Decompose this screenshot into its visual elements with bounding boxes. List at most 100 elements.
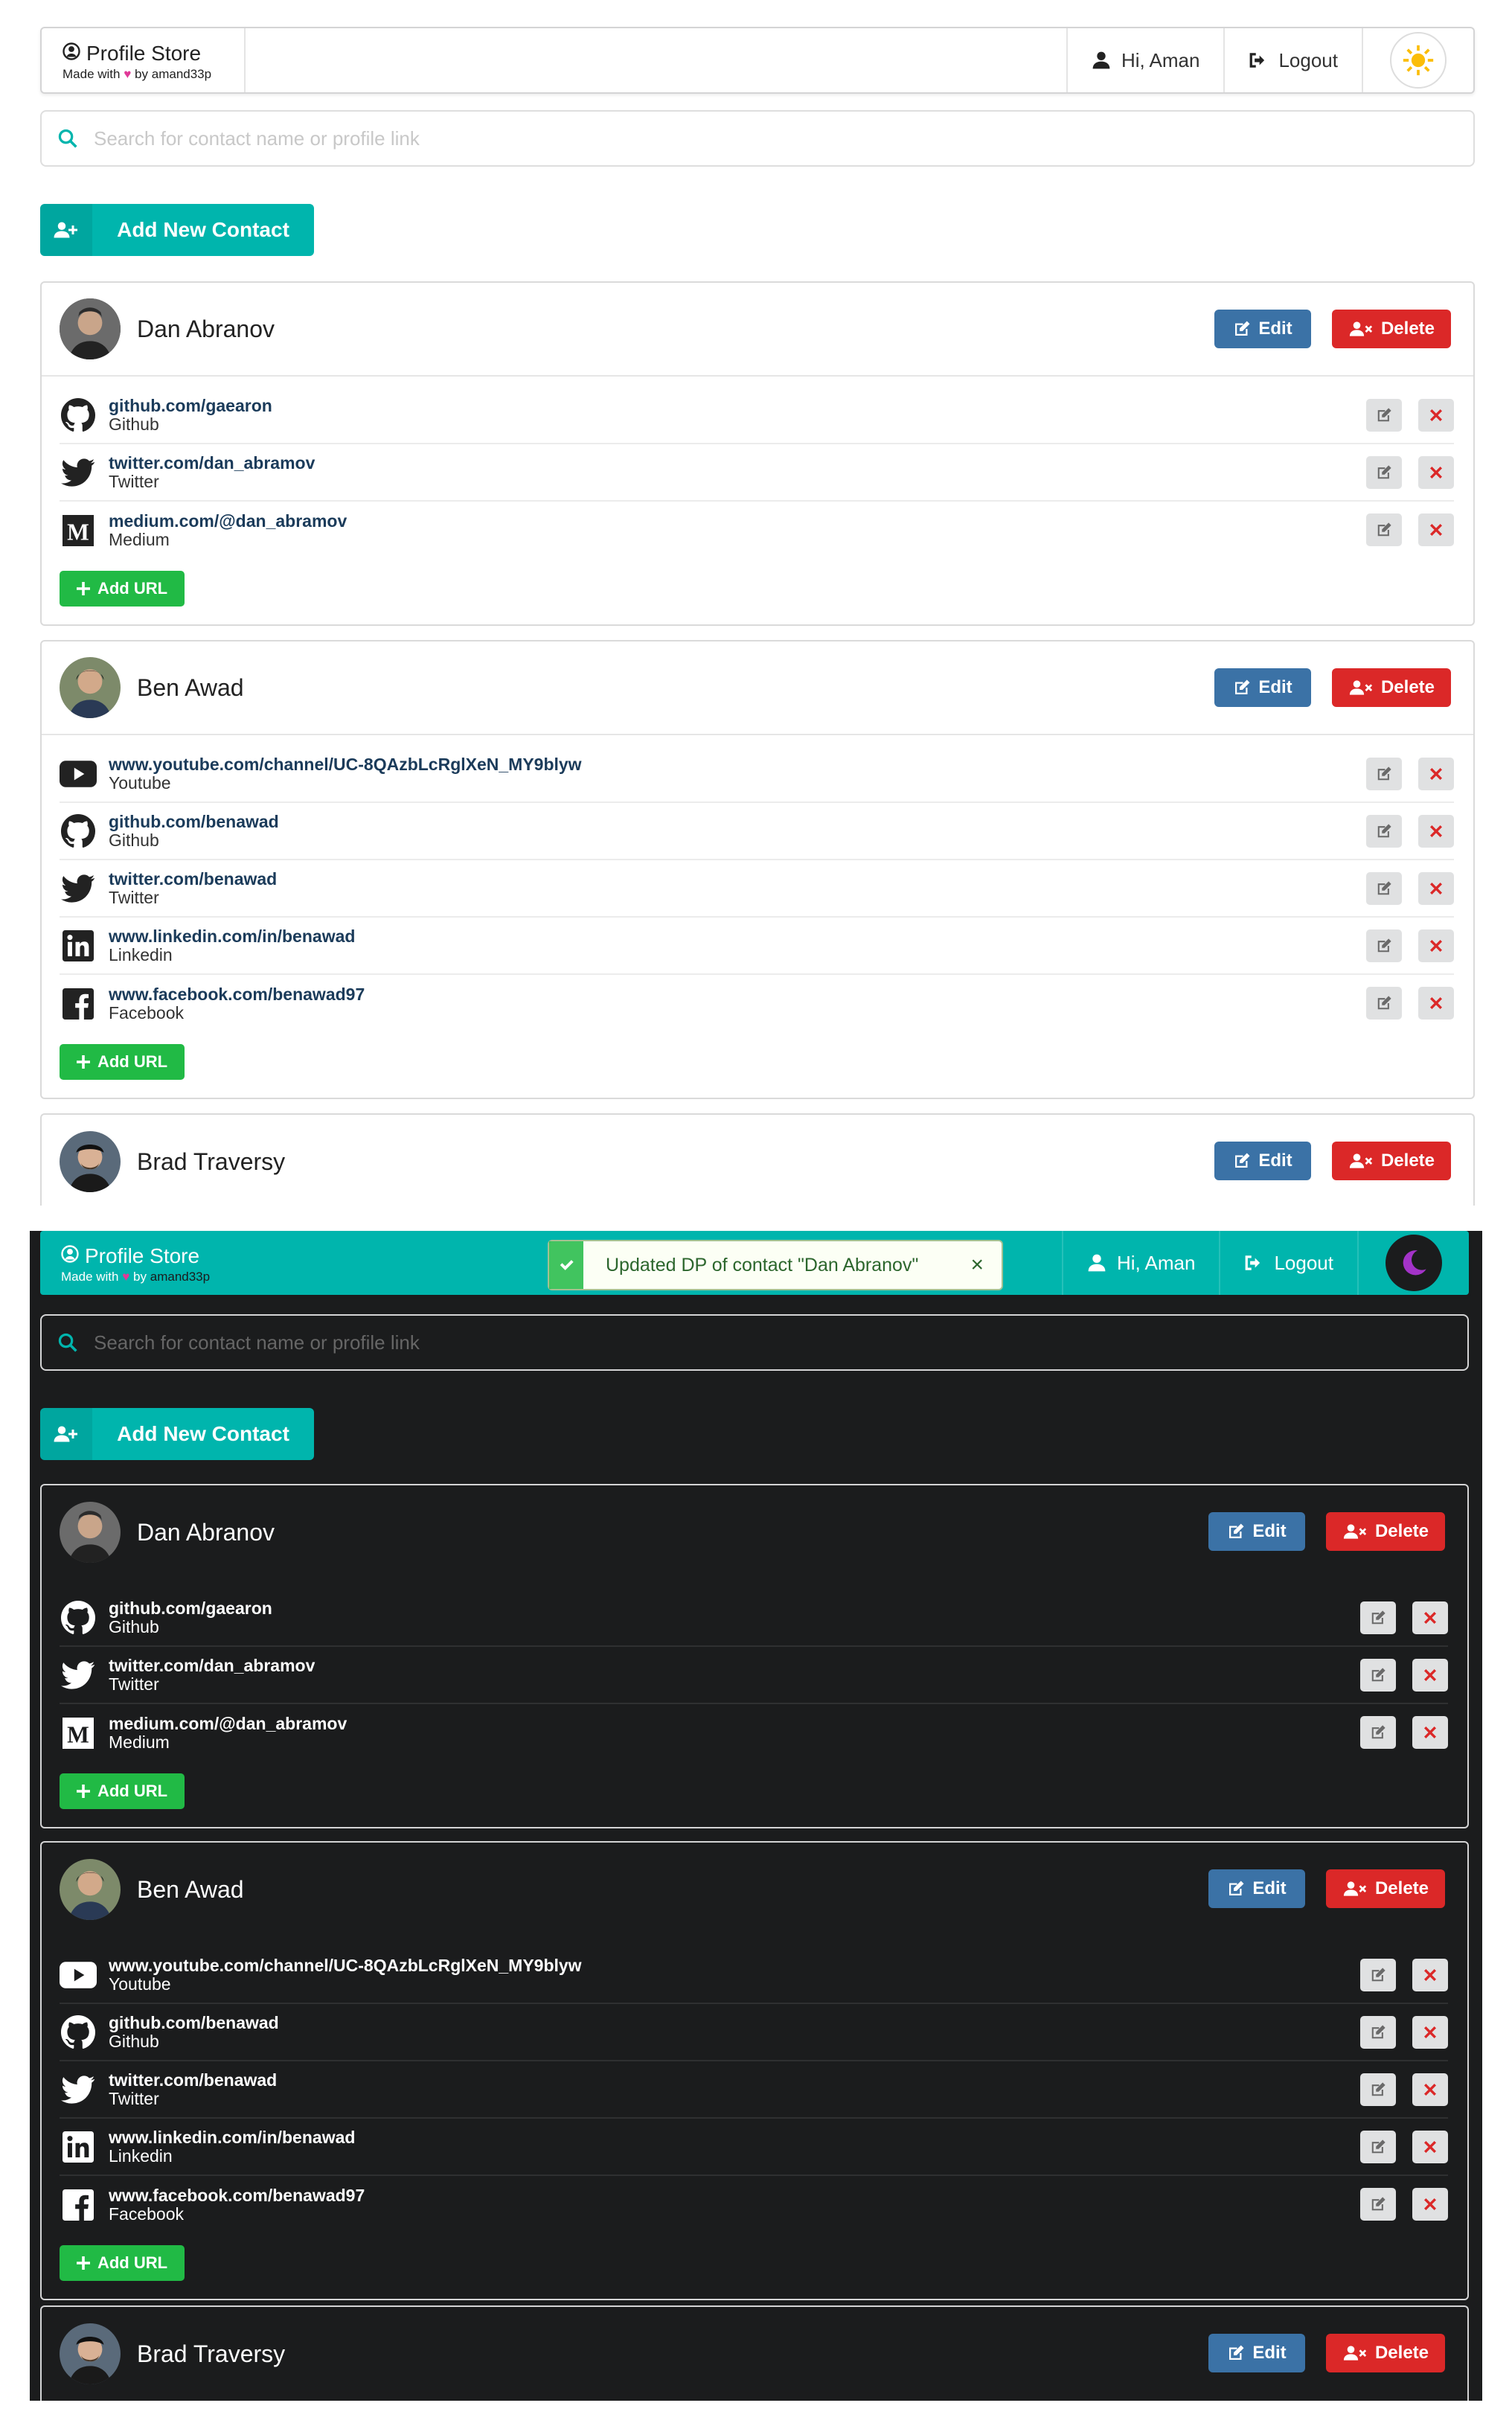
- avatar[interactable]: [60, 1859, 121, 1920]
- delete-link-button[interactable]: [1412, 2188, 1448, 2221]
- add-url-button[interactable]: Add URL: [60, 2245, 185, 2281]
- edit-link-button[interactable]: [1360, 2131, 1396, 2163]
- avatar[interactable]: [60, 657, 121, 718]
- edit-link-button[interactable]: [1366, 929, 1402, 962]
- edit-contact-button[interactable]: Edit: [1208, 2334, 1305, 2372]
- user-delete-icon: [1342, 1523, 1368, 1540]
- edit-contact-button[interactable]: Edit: [1208, 1869, 1305, 1908]
- github-icon: [61, 2015, 95, 2049]
- search-bar[interactable]: [40, 1314, 1469, 1371]
- logout-button[interactable]: Logout: [1219, 1231, 1357, 1295]
- close-icon: [1424, 2084, 1436, 2096]
- link-url[interactable]: github.com/benawad: [109, 2014, 279, 2032]
- edit-contact-button[interactable]: Edit: [1214, 310, 1311, 348]
- link-url[interactable]: github.com/benawad: [109, 813, 279, 831]
- delete-link-button[interactable]: [1418, 456, 1454, 489]
- delete-link-button[interactable]: [1418, 929, 1454, 962]
- delete-contact-button[interactable]: Delete: [1332, 1142, 1451, 1180]
- link-url[interactable]: www.facebook.com/benawad97: [109, 2186, 365, 2204]
- edit-link-button[interactable]: [1360, 2188, 1396, 2221]
- avatar[interactable]: [60, 1502, 121, 1563]
- edit-link-button[interactable]: [1366, 399, 1402, 432]
- link-site: Youtube: [109, 1974, 171, 1994]
- delete-link-button[interactable]: [1412, 1601, 1448, 1634]
- add-url-button[interactable]: Add URL: [60, 571, 185, 607]
- avatar[interactable]: [60, 1131, 121, 1192]
- user-icon: [1087, 1253, 1106, 1273]
- avatar[interactable]: [60, 298, 121, 359]
- edit-contact-button[interactable]: Edit: [1208, 1512, 1305, 1551]
- edit-link-button[interactable]: [1360, 1601, 1396, 1634]
- delete-contact-button[interactable]: Delete: [1326, 1869, 1445, 1908]
- edit-link-button[interactable]: [1360, 1659, 1396, 1692]
- delete-link-button[interactable]: [1418, 815, 1454, 848]
- avatar[interactable]: [60, 2323, 121, 2384]
- link-url[interactable]: twitter.com/benawad: [109, 870, 277, 888]
- add-contact-button[interactable]: Add New Contact: [40, 1408, 314, 1460]
- theme-toggle[interactable]: [1362, 28, 1473, 92]
- link-url[interactable]: www.youtube.com/channel/UC-8QAzbLcRglXeN…: [109, 755, 582, 773]
- link-url[interactable]: www.facebook.com/benawad97: [109, 985, 365, 1003]
- link-row: M medium.com/@dan_abramov Medium: [60, 1704, 1448, 1761]
- delete-link-button[interactable]: [1418, 399, 1454, 432]
- edit-link-button[interactable]: [1366, 872, 1402, 905]
- delete-link-button[interactable]: [1418, 872, 1454, 905]
- add-url-button[interactable]: Add URL: [60, 1773, 185, 1809]
- close-icon: [1424, 1969, 1436, 1981]
- edit-link-button[interactable]: [1366, 456, 1402, 489]
- edit-link-button[interactable]: [1366, 987, 1402, 1020]
- add-contact-label: Add New Contact: [117, 1422, 289, 1445]
- edit-link-button[interactable]: [1366, 513, 1402, 546]
- link-url[interactable]: twitter.com/benawad: [109, 2071, 277, 2089]
- link-url[interactable]: medium.com/@dan_abramov: [109, 512, 347, 530]
- delete-link-button[interactable]: [1418, 513, 1454, 546]
- edit-link-button[interactable]: [1360, 2073, 1396, 2106]
- link-url[interactable]: github.com/gaearon: [109, 1599, 272, 1617]
- delete-contact-button[interactable]: Delete: [1326, 1512, 1445, 1551]
- search-input[interactable]: [94, 1331, 1359, 1354]
- add-url-button[interactable]: Add URL: [60, 1044, 185, 1080]
- delete-contact-button[interactable]: Delete: [1332, 668, 1451, 707]
- edit-contact-button[interactable]: Edit: [1214, 668, 1311, 707]
- toast-close-button[interactable]: ×: [970, 1252, 984, 1278]
- delete-contact-button[interactable]: Delete: [1332, 310, 1451, 348]
- brand[interactable]: Profile Store Made with ♥ by amand33p: [42, 28, 246, 92]
- edit-contact-button[interactable]: Edit: [1214, 1142, 1311, 1180]
- link-url[interactable]: twitter.com/dan_abramov: [109, 1657, 315, 1674]
- delete-contact-button[interactable]: Delete: [1326, 2334, 1445, 2372]
- logout-icon: [1249, 51, 1268, 70]
- edit-icon: [1376, 407, 1392, 423]
- link-url[interactable]: github.com/gaearon: [109, 397, 272, 415]
- edit-link-button[interactable]: [1366, 758, 1402, 790]
- link-url[interactable]: twitter.com/dan_abramov: [109, 454, 315, 472]
- close-icon: [1430, 997, 1442, 1009]
- link-url[interactable]: www.linkedin.com/in/benawad: [109, 2128, 355, 2146]
- edit-link-button[interactable]: [1360, 2016, 1396, 2049]
- link-url[interactable]: www.youtube.com/channel/UC-8QAzbLcRglXeN…: [109, 1956, 582, 1974]
- contact-card: Ben Awad Edit Delete www.youtube.com/cha…: [40, 640, 1475, 1099]
- delete-label: Delete: [1380, 1151, 1435, 1171]
- delete-link-button[interactable]: [1412, 1659, 1448, 1692]
- add-contact-button[interactable]: Add New Contact: [40, 204, 314, 256]
- delete-link-button[interactable]: [1412, 1959, 1448, 1991]
- edit-link-button[interactable]: [1360, 1716, 1396, 1749]
- delete-link-button[interactable]: [1412, 2073, 1448, 2106]
- delete-link-button[interactable]: [1418, 758, 1454, 790]
- delete-link-button[interactable]: [1412, 1716, 1448, 1749]
- link-url[interactable]: medium.com/@dan_abramov: [109, 1715, 347, 1732]
- delete-link-button[interactable]: [1418, 987, 1454, 1020]
- edit-label: Edit: [1252, 2343, 1287, 2363]
- close-icon: [1424, 1612, 1436, 1624]
- toast-notification: Updated DP of contact "Dan Abranov" ×: [548, 1240, 1003, 1290]
- link-url[interactable]: www.linkedin.com/in/benawad: [109, 927, 355, 945]
- search-input[interactable]: [94, 127, 1359, 150]
- logout-button[interactable]: Logout: [1223, 28, 1362, 92]
- search-bar[interactable]: [40, 110, 1475, 167]
- theme-toggle[interactable]: [1357, 1231, 1469, 1295]
- link-row: github.com/gaearon Github: [60, 387, 1454, 444]
- brand[interactable]: Profile Store Made with ♥ by amand33p: [40, 1231, 244, 1295]
- delete-link-button[interactable]: [1412, 2131, 1448, 2163]
- edit-link-button[interactable]: [1366, 815, 1402, 848]
- edit-link-button[interactable]: [1360, 1959, 1396, 1991]
- delete-link-button[interactable]: [1412, 2016, 1448, 2049]
